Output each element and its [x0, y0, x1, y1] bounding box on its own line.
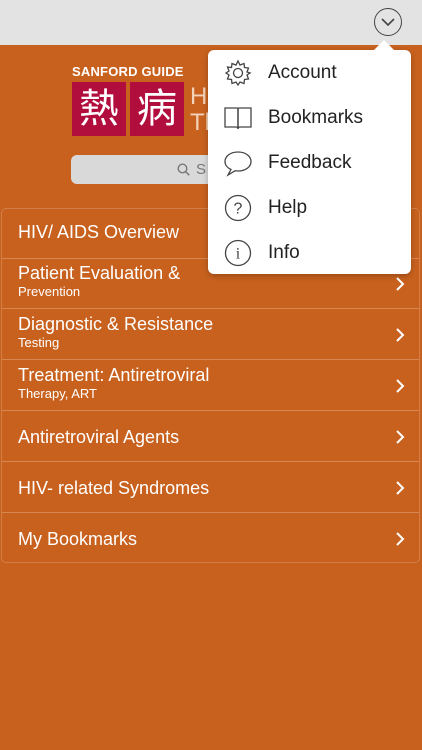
popup-item-feedback[interactable]: Feedback [208, 140, 411, 185]
chevron-right-icon [396, 532, 405, 546]
svg-text:?: ? [234, 200, 243, 217]
search-placeholder: S [196, 161, 207, 178]
menu-item-hiv-related-syndromes[interactable]: HIV- related Syndromes [2, 463, 419, 513]
top-bar [0, 0, 422, 45]
popup-item-help[interactable]: ? Help [208, 185, 411, 230]
chevron-right-icon [396, 481, 405, 495]
popup-item-label: Help [268, 196, 308, 218]
popup-item-label: Bookmarks [268, 106, 364, 128]
menu-item-label: Antiretroviral Agents [18, 427, 180, 447]
svg-text:i: i [236, 245, 241, 262]
brand-kanji-1: 熱 [72, 82, 126, 136]
menu-item-treatment-art[interactable]: Treatment: Antiretroviral Therapy, ART [2, 361, 419, 411]
menu-item-sublabel: Therapy, ART [18, 386, 97, 401]
menu-item-label: My Bookmarks [18, 529, 138, 549]
chevron-right-icon [396, 430, 405, 444]
menu-item-antiretroviral-agents[interactable]: Antiretroviral Agents [2, 412, 419, 462]
chevron-right-icon [396, 379, 405, 393]
menu-item-diagnostic-resistance[interactable]: Diagnostic & Resistance Testing [2, 310, 419, 360]
question-icon: ? [222, 192, 254, 224]
chevron-down-icon[interactable] [374, 8, 402, 36]
menu-item-label: HIV- related Syndromes [18, 478, 210, 498]
menu-item-label: Diagnostic & Resistance [18, 314, 214, 334]
popup-item-label: Info [268, 241, 300, 263]
brand-guide-label: SANFORD GUIDE [72, 64, 184, 79]
gear-icon [222, 57, 254, 89]
menu-item-sublabel: Prevention [18, 284, 81, 299]
dropdown-popup-menu: Account Bookmarks Feedback ? Help i Info [208, 40, 411, 275]
speech-bubble-icon [222, 147, 254, 179]
search-icon [177, 163, 190, 176]
chevron-right-icon [396, 277, 405, 291]
popup-item-label: Feedback [268, 151, 352, 173]
chevron-right-icon [396, 328, 405, 342]
menu-item-my-bookmarks[interactable]: My Bookmarks [2, 514, 419, 564]
info-icon: i [222, 237, 254, 269]
brand-kanji-2: 病 [130, 82, 184, 136]
menu-item-sublabel: Testing [18, 335, 60, 350]
menu-item-label: HIV/ AIDS Overview [18, 222, 180, 242]
popup-item-label: Account [268, 61, 337, 83]
app-brand: SANFORD GUIDE 熱 病 HI Th [72, 64, 218, 136]
popup-item-bookmarks[interactable]: Bookmarks [208, 95, 411, 140]
popup-item-account[interactable]: Account [208, 50, 411, 95]
menu-item-label: Patient Evaluation & [18, 263, 181, 283]
book-icon [222, 102, 254, 134]
menu-item-label: Treatment: Antiretroviral [18, 365, 210, 385]
popup-item-info[interactable]: i Info [208, 230, 411, 275]
